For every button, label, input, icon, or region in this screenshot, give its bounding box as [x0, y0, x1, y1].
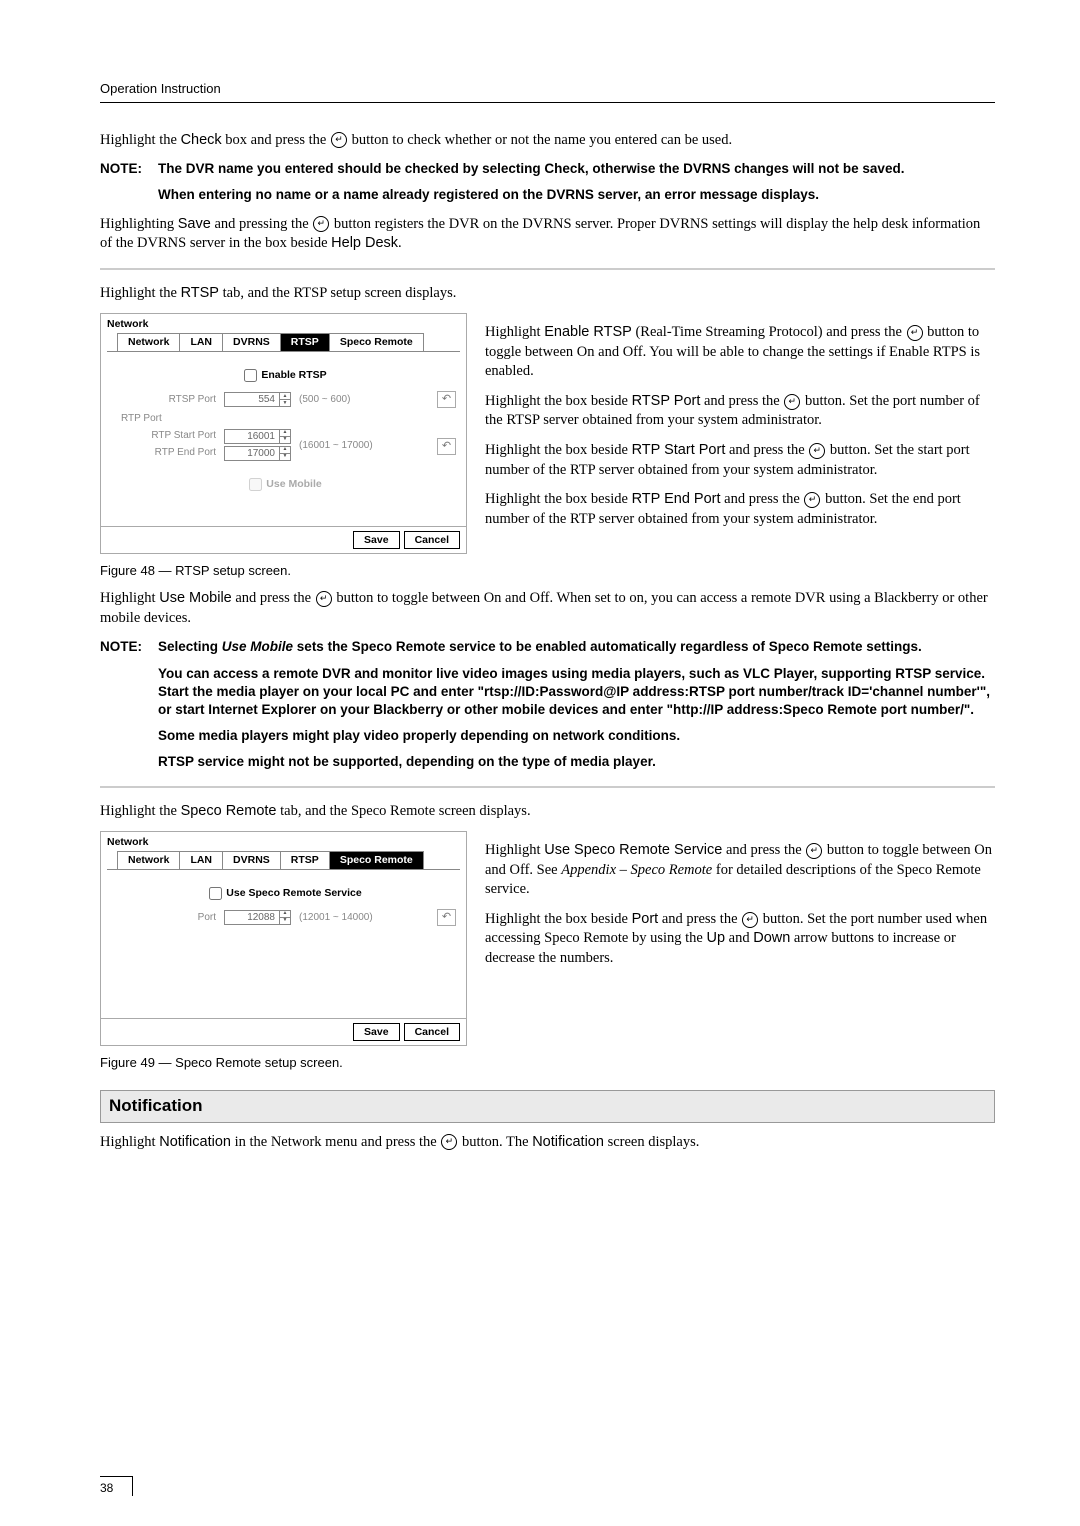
rtp-port-section: RTP Port: [121, 412, 456, 426]
rtp-start-input[interactable]: 16001 ▲▼: [224, 429, 291, 444]
body-text: Highlighting Save and pressing the ↵ but…: [100, 215, 995, 254]
enter-icon: ↵: [331, 132, 347, 148]
enable-rtsp-checkbox[interactable]: Enable RTSP: [240, 366, 326, 385]
cancel-button[interactable]: Cancel: [404, 1023, 460, 1041]
body-text: Highlight the box beside RTP Start Port …: [485, 441, 995, 480]
use-mobile-checkbox[interactable]: Use Mobile: [245, 475, 321, 494]
tab-rtsp[interactable]: RTSP: [280, 851, 330, 870]
body-text: Highlight the box beside RTP End Port an…: [485, 490, 995, 529]
rtsp-port-input[interactable]: 554 ▲▼: [224, 392, 291, 407]
panel-title: Network: [101, 314, 466, 331]
note: Some media players might play video prop…: [158, 727, 995, 745]
body-text: Highlight Use Speco Remote Service and p…: [485, 841, 995, 900]
tab-network[interactable]: Network: [117, 333, 180, 352]
enter-icon: ↵: [784, 394, 800, 410]
tab-dvrns[interactable]: DVRNS: [222, 333, 281, 352]
enter-icon: ↵: [441, 1134, 457, 1150]
use-speco-checkbox[interactable]: Use Speco Remote Service: [205, 884, 361, 903]
enter-icon: ↵: [313, 216, 329, 232]
note: RTSP service might not be supported, dep…: [158, 753, 995, 771]
cancel-button[interactable]: Cancel: [404, 531, 460, 549]
enter-icon: ↵: [804, 492, 820, 508]
port-input[interactable]: 12088 ▲▼: [224, 910, 291, 925]
enter-icon: ↵: [316, 591, 332, 607]
body-text: Highlight Notification in the Network me…: [100, 1133, 995, 1153]
figure-caption: Figure 48 — RTSP setup screen.: [100, 562, 467, 580]
body-text: Highlight the Speco Remote tab, and the …: [100, 802, 995, 822]
tab-rtsp[interactable]: RTSP: [280, 333, 330, 352]
note: NOTE: The DVR name you entered should be…: [100, 160, 995, 178]
rtsp-port-label: RTSP Port: [111, 393, 220, 407]
body-text: Highlight Use Mobile and press the ↵ but…: [100, 589, 995, 628]
range-label: (500 ~ 600): [299, 393, 350, 407]
save-button[interactable]: Save: [353, 531, 400, 549]
save-button[interactable]: Save: [353, 1023, 400, 1041]
rtp-start-label: RTP Start Port: [111, 429, 220, 443]
rtsp-setup-panel: Network Network LAN DVRNS RTSP Speco Rem…: [100, 313, 467, 553]
tab-speco-remote[interactable]: Speco Remote: [329, 851, 424, 870]
page-number: 38: [100, 1476, 133, 1496]
rtp-end-label: RTP End Port: [111, 446, 220, 460]
body-text: Highlight the box beside Port and press …: [485, 910, 995, 969]
body-text: Highlight Enable RTSP (Real-Time Streami…: [485, 323, 995, 382]
tab-dvrns[interactable]: DVRNS: [222, 851, 281, 870]
body-text: Highlight the RTSP tab, and the RTSP set…: [100, 284, 995, 304]
tab-lan[interactable]: LAN: [179, 851, 223, 870]
enter-icon: ↵: [806, 843, 822, 859]
undo-icon[interactable]: ↶: [437, 391, 456, 408]
tab-speco-remote[interactable]: Speco Remote: [329, 333, 424, 352]
note: When entering no name or a name already …: [158, 186, 995, 204]
enter-icon: ↵: [809, 443, 825, 459]
note: NOTE: Selecting Use Mobile sets the Spec…: [100, 638, 995, 656]
enter-icon: ↵: [742, 912, 758, 928]
divider: [100, 268, 995, 270]
page-header: Operation Instruction: [100, 80, 995, 103]
range-label: (12001 ~ 14000): [299, 911, 373, 925]
range-label: (16001 ~ 17000): [299, 439, 373, 453]
speco-remote-panel: Network Network LAN DVRNS RTSP Speco Rem…: [100, 831, 467, 1046]
rtp-end-input[interactable]: 17000 ▲▼: [224, 446, 291, 461]
port-label: Port: [111, 911, 220, 925]
figure-caption: Figure 49 — Speco Remote setup screen.: [100, 1054, 467, 1072]
undo-icon[interactable]: ↶: [437, 909, 456, 926]
tab-lan[interactable]: LAN: [179, 333, 223, 352]
section-heading: Notification: [100, 1090, 995, 1123]
panel-title: Network: [101, 832, 466, 849]
body-text: Highlight the Check box and press the ↵ …: [100, 131, 995, 151]
body-text: Highlight the box beside RTSP Port and p…: [485, 392, 995, 431]
note: You can access a remote DVR and monitor …: [158, 665, 995, 720]
undo-icon[interactable]: ↶: [437, 438, 456, 455]
tab-network[interactable]: Network: [117, 851, 180, 870]
enter-icon: ↵: [907, 325, 923, 341]
divider: [100, 786, 995, 788]
